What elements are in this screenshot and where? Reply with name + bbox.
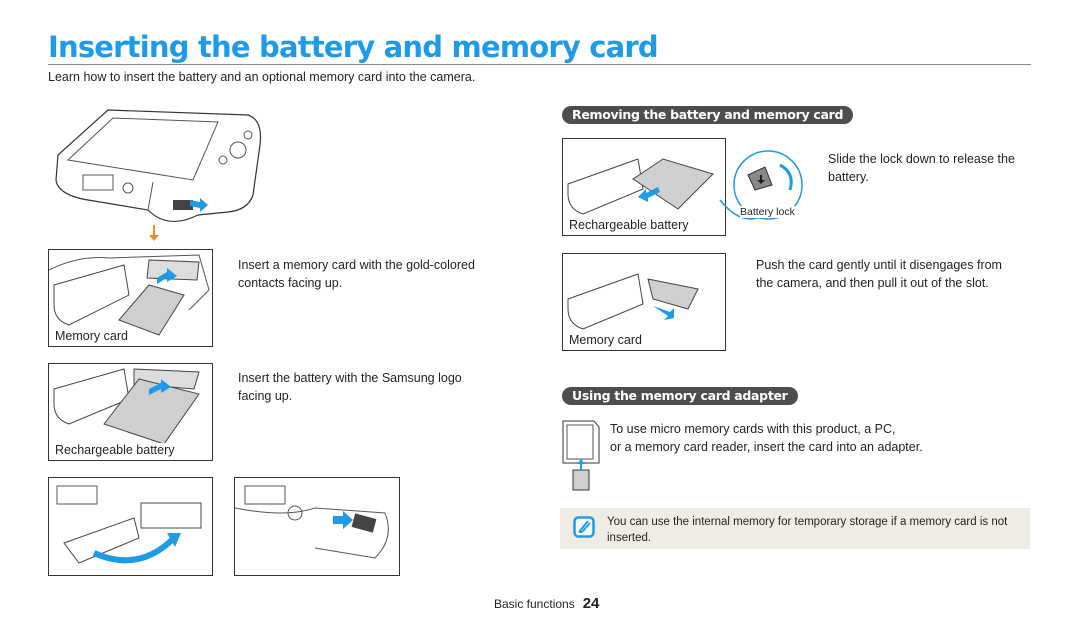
figure-insert-battery: Rechargeable battery xyxy=(48,363,213,461)
page-footer: Basic functions 24 xyxy=(494,595,599,612)
camera-bottom-illustration xyxy=(55,109,262,241)
insert-card-instruction: Insert a memory card with the gold-color… xyxy=(238,258,475,290)
battery-lock-label: Battery lock xyxy=(740,206,795,218)
page-title: Inserting the battery and memory card xyxy=(48,30,659,64)
figure-close-cover xyxy=(48,477,213,576)
adapter-instruction-line2: or a memory card reader, insert the card… xyxy=(610,440,923,454)
title-divider xyxy=(48,64,1031,65)
figure-lock-cover xyxy=(234,477,400,576)
remove-card-instruction: Push the card gently until it disengages… xyxy=(756,258,1002,290)
sd-adapter-icon xyxy=(562,420,600,491)
page-number: 24 xyxy=(582,595,600,612)
note-pen-icon xyxy=(573,516,595,538)
insert-battery-instruction: Insert the battery with the Samsung logo… xyxy=(238,371,462,403)
lock-cover-illustration xyxy=(235,485,389,559)
footer-section: Basic functions xyxy=(494,597,575,611)
section-heading-removing: Removing the battery and memory card xyxy=(562,106,854,124)
caption-rechargeable-battery: Rechargeable battery xyxy=(55,443,177,457)
caption-remove-battery: Rechargeable battery xyxy=(569,218,691,232)
note-box: You can use the internal memory for temp… xyxy=(560,508,1030,549)
close-cover-illustration xyxy=(56,485,202,564)
adapter-instruction-line1: To use micro memory cards with this prod… xyxy=(610,422,896,436)
section-heading-adapter: Using the memory card adapter xyxy=(562,387,798,405)
figure-remove-card: Memory card xyxy=(562,253,726,351)
remove-battery-instruction: Slide the lock down to release the batte… xyxy=(828,152,1015,184)
caption-remove-card: Memory card xyxy=(569,333,644,347)
caption-memory-card: Memory card xyxy=(55,329,130,343)
intro-text: Learn how to insert the battery and an o… xyxy=(48,70,476,84)
note-text: You can use the internal memory for temp… xyxy=(607,516,1008,544)
figure-insert-memory-card: Memory card xyxy=(48,249,213,347)
